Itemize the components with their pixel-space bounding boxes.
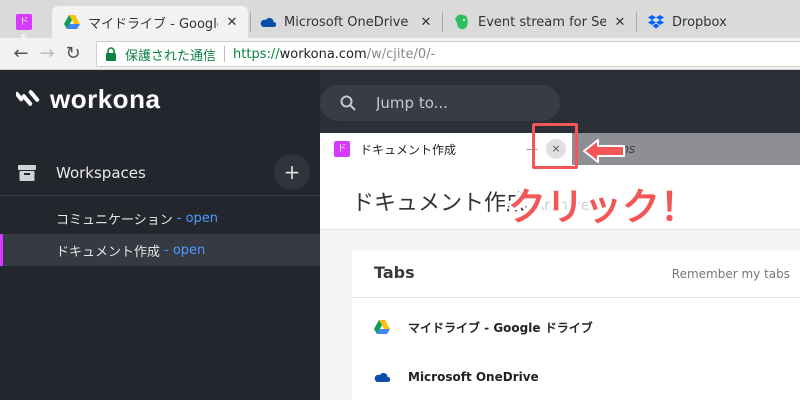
workspace-status: - open (164, 242, 206, 258)
tab-close-icon[interactable]: ✕ (224, 15, 240, 30)
back-arrow-icon[interactable]: ← (8, 43, 34, 64)
url-host: workona.com (279, 46, 367, 62)
browser-tab-evernote[interactable]: Event stream for Septen ✕ (442, 6, 636, 38)
reload-icon[interactable]: ↻ (60, 43, 86, 64)
workspace-name: コミュニケーション (56, 212, 173, 228)
add-workspace-button[interactable]: + (274, 154, 310, 190)
url-scheme: https:// (233, 46, 280, 62)
jump-to-search[interactable] (320, 85, 560, 121)
url-path: /w/cjite/0/- (366, 46, 436, 62)
tab-row-title: Microsoft OneDrive (408, 370, 539, 384)
browser-tab-dropbox[interactable]: Dropbox (636, 6, 800, 38)
tabs-card: Tabs Remember my tabs マイドライブ - Google ドラ… (352, 251, 800, 400)
onedrive-icon (260, 14, 276, 30)
tab-title: Microsoft OneDrive (284, 14, 409, 30)
list-item[interactable]: Microsoft OneDrive (374, 365, 539, 389)
tab-row-title: マイドライブ - Google ドライブ (408, 320, 593, 335)
tab-title: Event stream for Septen (478, 14, 606, 30)
search-input[interactable] (376, 94, 546, 112)
browser-tab-onedrive[interactable]: Microsoft OneDrive ✕ (248, 6, 442, 38)
doc-icon: ドキ (16, 14, 32, 38)
dropbox-icon (648, 14, 664, 30)
browser-tab-google-drive[interactable]: マイドライブ - Google ✕ (52, 6, 248, 38)
tabs-title: Tabs (374, 263, 415, 282)
workona-logo[interactable]: workona (14, 84, 161, 115)
workspace-item-communication[interactable]: コミュニケーション - open (0, 202, 320, 234)
evernote-icon (454, 14, 470, 30)
lock-icon (105, 46, 119, 62)
browser-toolbar: ← → ↻ 保護された通信 https://workona.com/w/cjit… (0, 38, 800, 70)
browser-tab-doc[interactable]: ドキ (0, 6, 52, 38)
list-item[interactable]: マイドライブ - Google ドライブ (374, 315, 593, 339)
google-drive-icon (374, 319, 390, 335)
workspace-name: ドキュメント作成 (56, 244, 161, 260)
doc-icon: ド (334, 141, 350, 157)
annotation-arrow-icon (582, 138, 626, 168)
remember-my-tabs-link[interactable]: Remember my tabs (672, 267, 790, 281)
highlight-box (532, 123, 578, 169)
workspace-item-documents[interactable]: ドキュメント作成 - open (0, 234, 320, 266)
logo-text: workona (50, 84, 161, 114)
address-bar[interactable]: 保護された通信 https://workona.com/w/cjite/0/- (96, 41, 800, 67)
workspace-tab-title: ドキュメント作成 (360, 142, 457, 157)
workspace-panel: ド ドキュメント作成 — × ons ドキュメント作成Archive Tabs … (320, 133, 800, 400)
tab-close-icon[interactable]: ✕ (612, 15, 628, 30)
workspaces-title: Workspaces (56, 163, 146, 182)
search-icon (340, 95, 356, 111)
onedrive-icon (374, 369, 390, 385)
security-label: 保護された通信 (125, 48, 217, 64)
browser-tab-strip: ドキ マイドライブ - Google ✕ Microsoft OneDrive … (0, 0, 800, 38)
annotation-text: クリック！ (508, 185, 699, 229)
workspace-status: - open (176, 210, 219, 226)
tab-title: Dropbox (672, 14, 727, 30)
workspaces-header: Workspaces + (0, 150, 320, 196)
archive-box-icon (18, 163, 38, 183)
tab-close-icon[interactable]: ✕ (418, 15, 434, 30)
sidebar: workona Workspaces + コミュニケーション - open ドキ… (0, 70, 320, 400)
forward-arrow-icon[interactable]: → (34, 43, 60, 64)
google-drive-icon (64, 14, 80, 30)
workona-logo-icon (14, 87, 42, 113)
tab-title: マイドライブ - Google (88, 16, 218, 32)
